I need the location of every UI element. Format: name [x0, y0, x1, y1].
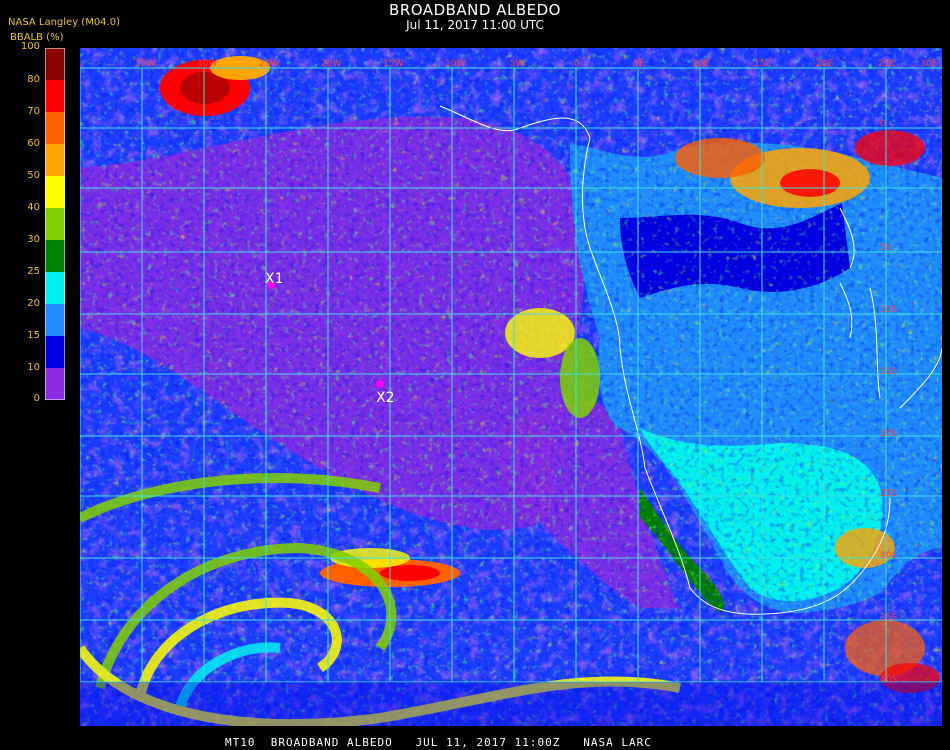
- scale-band: [45, 80, 65, 112]
- scale-tick: 60: [27, 138, 40, 149]
- scale-band: [45, 272, 65, 304]
- lon-label: 5E: [633, 59, 645, 69]
- lon-label: 0: [574, 59, 580, 69]
- scale-tick: 80: [27, 74, 40, 85]
- scale-tick: 50: [27, 170, 40, 181]
- marker-x1[interactable]: X1: [265, 271, 284, 289]
- lon-label: 30E: [920, 59, 937, 69]
- svg-text:X2: X2: [376, 390, 395, 406]
- lon-label: 10E: [692, 59, 709, 69]
- producer-label: NASA Langley (M04.0): [8, 17, 120, 28]
- scale-tick: 0: [33, 393, 40, 404]
- lon-label: 5W: [510, 59, 525, 69]
- lon-label: 25W: [259, 59, 279, 69]
- lon-label: 20W: [321, 59, 341, 69]
- scale-band: [45, 208, 65, 240]
- footer-caption: MT10 BROADBAND ALBEDO JUL 11, 2017 11:00…: [225, 736, 652, 749]
- lat-label: 15S: [880, 367, 897, 377]
- scale-tick: 100: [20, 41, 40, 52]
- lat-label: 5S: [880, 243, 892, 253]
- scale-band: [45, 112, 65, 144]
- scale-tick: 30: [27, 234, 40, 245]
- datetime: Jul 11, 2017 11:00 UTC: [406, 18, 544, 32]
- lat-label: 30S: [880, 551, 897, 561]
- lower-band: [80, 682, 942, 726]
- scale-band: [45, 336, 65, 368]
- lat-label: 25S: [880, 489, 897, 499]
- scale-band: [45, 176, 65, 208]
- title: BROADBAND ALBEDO: [389, 1, 561, 19]
- speckle-red: [80, 48, 942, 726]
- lon-label: 30W: [197, 59, 217, 69]
- lat-label: 35S: [880, 613, 897, 623]
- lon-label: 15W: [383, 59, 403, 69]
- lon-label: 15E: [754, 59, 771, 69]
- lon-label: 25E: [878, 59, 895, 69]
- lat-label: 20S: [880, 429, 897, 439]
- scale-tick: 40: [27, 202, 40, 213]
- lon-label: 35W: [135, 59, 155, 69]
- lon-label: 10W: [445, 59, 465, 69]
- scale-tick: 10: [27, 362, 40, 373]
- scale-tick: 70: [27, 106, 40, 117]
- scale-tick: 15: [27, 330, 40, 341]
- scale-band: [45, 48, 65, 80]
- scale-band: [45, 368, 65, 400]
- lon-label: 20E: [816, 59, 833, 69]
- albedo-map[interactable]: 35W 30W 25W 20W 15W 10W 5W 0 5E 10E 15E …: [80, 48, 942, 726]
- scale-tick: 20: [27, 298, 40, 309]
- lat-label: 0: [880, 119, 886, 129]
- svg-text:X1: X1: [265, 271, 284, 287]
- scale-tick: 25: [27, 266, 40, 277]
- scale-band: [45, 144, 65, 176]
- lat-label: 10S: [880, 305, 897, 315]
- scale-band: [45, 240, 65, 272]
- color-scale: [45, 48, 65, 400]
- scale-band: [45, 304, 65, 336]
